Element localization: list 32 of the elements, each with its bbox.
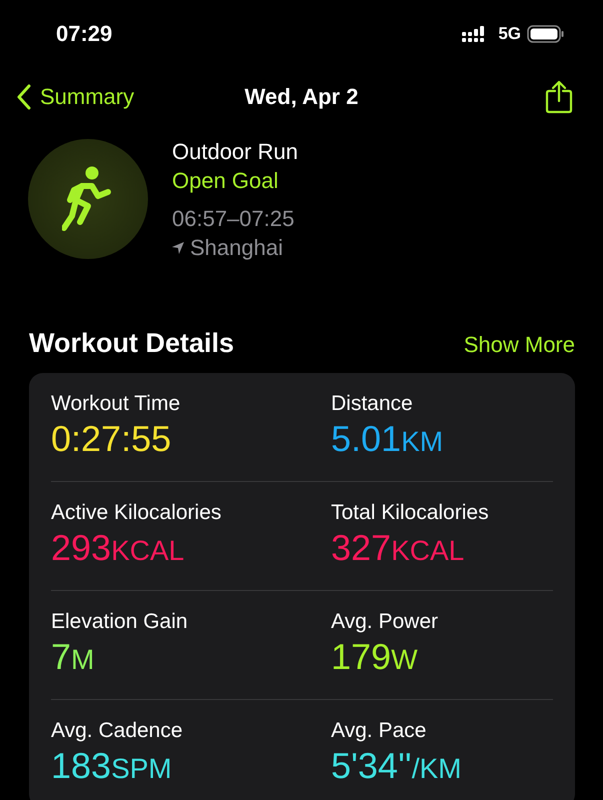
metric-value: 183SPM <box>51 744 173 788</box>
nav-title: Wed, Apr 2 <box>244 84 358 109</box>
network-label: 5G <box>498 24 521 44</box>
metric-label: Avg. Power <box>331 609 439 635</box>
back-button[interactable]: Summary <box>16 84 134 110</box>
status-time: 07:29 <box>56 21 112 47</box>
metric-value: 0:27:55 <box>51 417 172 461</box>
battery-icon <box>527 25 565 43</box>
metric-value: 293KCAL <box>51 526 186 570</box>
metric-value: 7M <box>51 635 96 679</box>
workout-location: Shanghai <box>190 234 283 262</box>
metric-label: Elevation Gain <box>51 609 189 635</box>
show-more-link[interactable]: Show More <box>464 332 575 358</box>
chevron-left-icon <box>16 84 32 110</box>
workout-goal: Open Goal <box>172 167 280 195</box>
running-figure-icon <box>62 166 114 232</box>
workout-name: Outdoor Run <box>172 138 298 166</box>
metric-value: 5.01KM <box>331 417 444 461</box>
metric-value: 5'34''/KM <box>331 744 462 788</box>
section-title: Workout Details <box>29 328 234 359</box>
metric-label: Avg. Cadence <box>51 718 184 744</box>
share-button[interactable] <box>545 80 573 114</box>
location-arrow-icon <box>172 242 184 254</box>
workout-time-range: 06:57–07:25 <box>172 205 296 233</box>
metric-label: Distance <box>331 391 414 417</box>
metric-label: Active Kilocalories <box>51 500 222 526</box>
metric-value: 179W <box>331 635 419 679</box>
metric-label: Workout Time <box>51 391 182 417</box>
metric-label: Total Kilocalories <box>331 500 490 526</box>
metric-value: 327KCAL <box>331 526 466 570</box>
metric-label: Avg. Pace <box>331 718 428 744</box>
share-icon <box>545 80 573 114</box>
